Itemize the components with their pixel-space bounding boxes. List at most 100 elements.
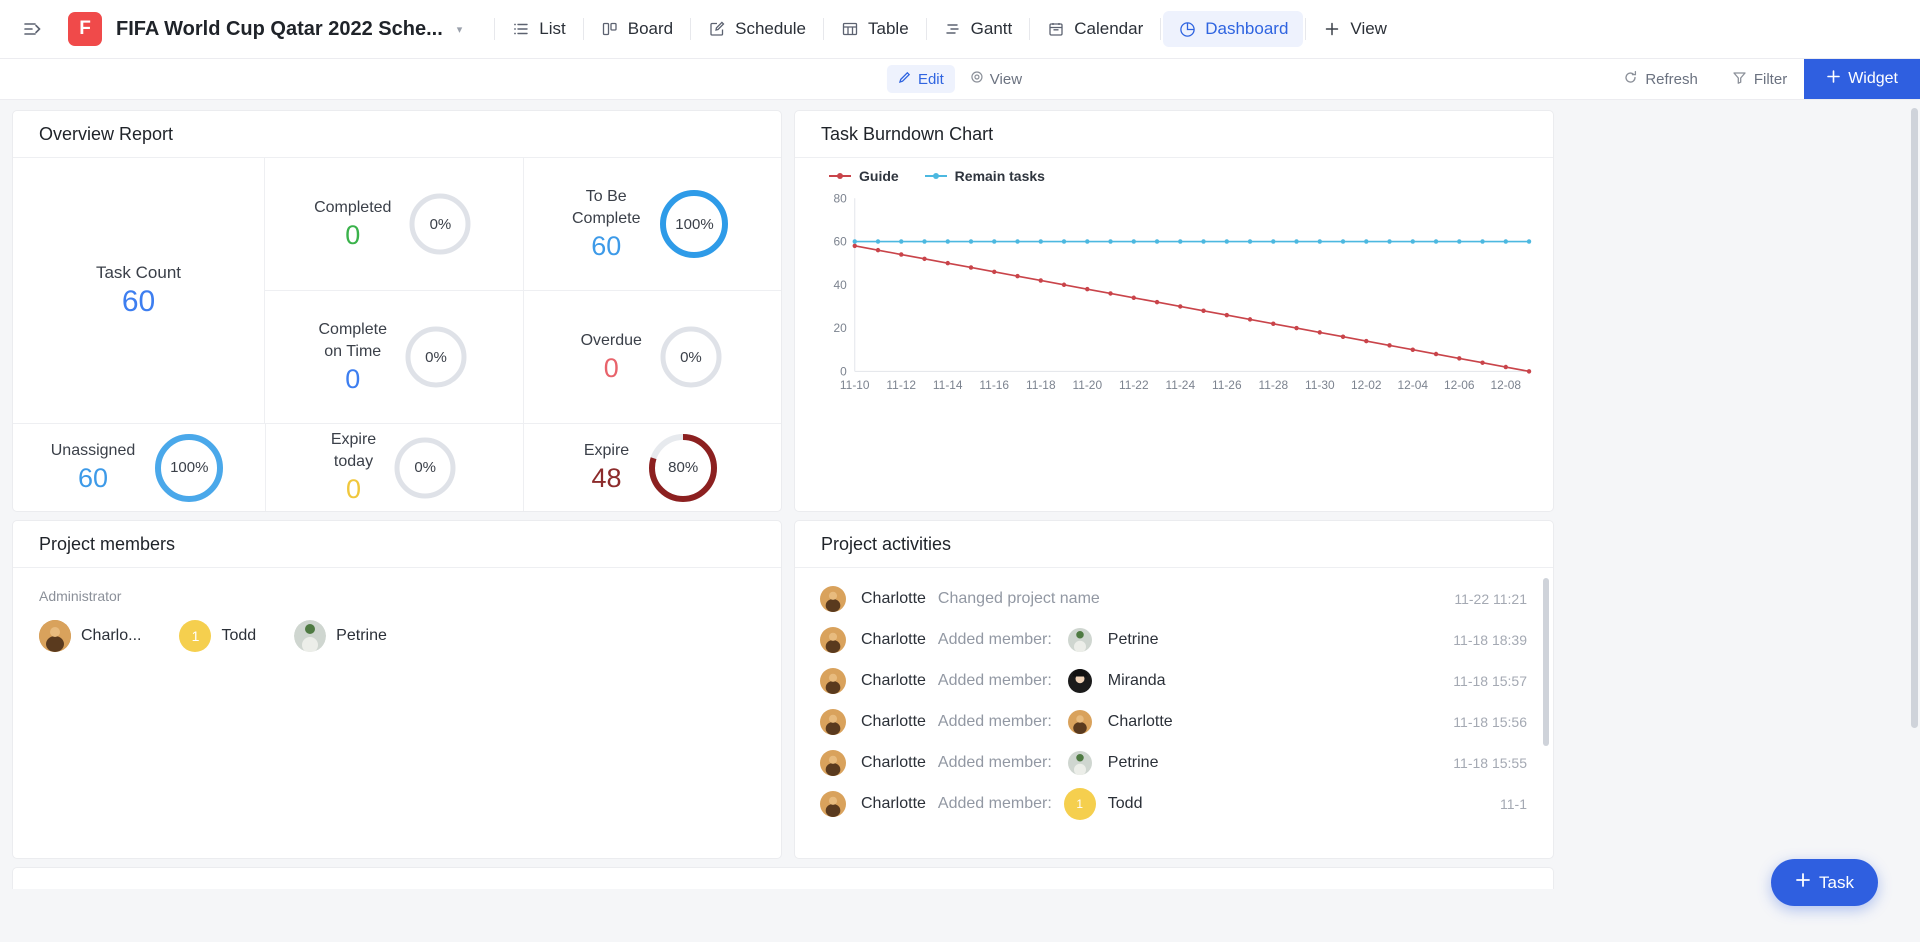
activities-scrollbar[interactable] bbox=[1543, 578, 1549, 746]
activity-time: 11-18 15:57 bbox=[1453, 673, 1527, 689]
avatar bbox=[817, 747, 849, 779]
project-activities-widget: Project activities Charlotte Changed pro… bbox=[794, 520, 1554, 859]
filter-button[interactable]: Filter bbox=[1715, 59, 1804, 99]
members-list: Charlo... 1 Todd Petrine bbox=[39, 620, 755, 652]
page-scrollbar[interactable] bbox=[1911, 108, 1918, 728]
overview-metrics: Completed 0 0% bbox=[265, 158, 781, 423]
project-logo: F bbox=[68, 12, 102, 46]
metric-label: To Be Complete bbox=[572, 186, 640, 230]
member-item[interactable]: 1 Todd bbox=[179, 620, 256, 652]
activity-user: Charlotte bbox=[861, 713, 926, 731]
metric-to-be-complete: To Be Complete 60 100% bbox=[523, 158, 782, 290]
metric-label: Completed bbox=[314, 197, 391, 219]
view-mode-button[interactable]: View bbox=[959, 65, 1033, 93]
task-count-cell: Task Count 60 bbox=[13, 158, 265, 423]
member-item[interactable]: Charlo... bbox=[39, 620, 141, 652]
svg-text:11-30: 11-30 bbox=[1305, 378, 1335, 392]
activity-row[interactable]: Charlotte Added member: Charlotte 11-18 … bbox=[817, 701, 1527, 742]
divider bbox=[1160, 18, 1161, 40]
activity-row[interactable]: Charlotte Added member: Miranda 11-18 15… bbox=[817, 660, 1527, 701]
edit-mode-button[interactable]: Edit bbox=[887, 65, 955, 93]
tab-dashboard[interactable]: Dashboard bbox=[1163, 11, 1303, 47]
tab-table[interactable]: Table bbox=[826, 11, 924, 47]
metric-complete-on-time: Complete on Time 0 0% bbox=[265, 291, 523, 423]
tab-board[interactable]: Board bbox=[586, 11, 688, 47]
activity-action: Added member: bbox=[938, 672, 1052, 690]
svg-text:11-26: 11-26 bbox=[1212, 378, 1242, 392]
metric-donut: 0% bbox=[392, 435, 458, 501]
svg-text:12-06: 12-06 bbox=[1444, 378, 1475, 392]
burndown-chart-title: Task Burndown Chart bbox=[795, 111, 1553, 158]
divider bbox=[926, 18, 927, 40]
svg-text:60: 60 bbox=[834, 234, 848, 248]
metric-overdue: Overdue 0 0% bbox=[523, 291, 782, 423]
filter-label: Filter bbox=[1754, 71, 1787, 88]
tab-label: Gantt bbox=[971, 19, 1013, 39]
legend-label: Guide bbox=[859, 168, 899, 184]
legend-item-remain-tasks[interactable]: Remain tasks bbox=[925, 168, 1045, 184]
project-members-body: Administrator Charlo... 1 Todd bbox=[13, 568, 781, 858]
metric-percent: 100% bbox=[151, 430, 227, 506]
divider bbox=[690, 18, 691, 40]
metric-value: 60 bbox=[51, 462, 136, 495]
svg-text:11-12: 11-12 bbox=[886, 378, 916, 392]
task-count-value: 60 bbox=[122, 285, 155, 319]
activity-row[interactable]: Charlotte Added member: Petrine 11-18 18… bbox=[817, 619, 1527, 660]
plus-icon bbox=[1826, 69, 1841, 89]
activity-user: Charlotte bbox=[861, 754, 926, 772]
tab-schedule[interactable]: Schedule bbox=[693, 11, 821, 47]
activity-row[interactable]: Charlotte Added member: Petrine 11-18 15… bbox=[817, 742, 1527, 783]
collapse-sidebar-icon[interactable] bbox=[18, 14, 48, 44]
metric-donut: 100% bbox=[151, 430, 227, 506]
activity-time: 11-22 11:21 bbox=[1454, 591, 1527, 607]
metric-value: 0 bbox=[581, 352, 642, 385]
toolbar-actions: Refresh Filter Widget bbox=[1606, 59, 1920, 99]
svg-text:11-24: 11-24 bbox=[1165, 378, 1195, 392]
legend-item-guide[interactable]: Guide bbox=[829, 168, 899, 184]
activity-target: Charlotte bbox=[1108, 713, 1173, 731]
svg-text:11-16: 11-16 bbox=[979, 378, 1009, 392]
avatar bbox=[817, 788, 849, 820]
metric-unassigned: Unassigned 60 100% bbox=[13, 424, 265, 511]
plus-icon bbox=[1795, 872, 1811, 893]
metric-percent: 0% bbox=[392, 435, 458, 501]
metrics-row: Complete on Time 0 0% bbox=[265, 290, 781, 423]
tab-calendar[interactable]: Calendar bbox=[1032, 11, 1158, 47]
activity-target: Petrine bbox=[1108, 631, 1159, 649]
tab-add-view[interactable]: View bbox=[1308, 11, 1402, 47]
table-icon bbox=[841, 20, 859, 38]
svg-text:12-04: 12-04 bbox=[1398, 378, 1429, 392]
tab-label: Dashboard bbox=[1205, 19, 1288, 39]
activity-user: Charlotte bbox=[861, 795, 926, 813]
member-name: Charlo... bbox=[81, 627, 141, 645]
member-item[interactable]: Petrine bbox=[294, 620, 387, 652]
filter-icon bbox=[1732, 70, 1747, 89]
add-widget-button[interactable]: Widget bbox=[1804, 59, 1920, 99]
next-widget-partial bbox=[12, 867, 1554, 889]
dashboard-content: Overview Report Task Count 60 Completed … bbox=[0, 100, 1920, 942]
add-task-button[interactable]: Task bbox=[1771, 859, 1878, 906]
refresh-button[interactable]: Refresh bbox=[1606, 59, 1715, 99]
activity-row[interactable]: Charlotte Changed project name 11-22 11:… bbox=[817, 578, 1527, 619]
project-dropdown-caret[interactable]: ▾ bbox=[457, 23, 463, 36]
metric-percent: 0% bbox=[403, 324, 469, 390]
metric-donut: 0% bbox=[658, 324, 724, 390]
metric-value: 0 bbox=[319, 363, 387, 396]
svg-text:11-22: 11-22 bbox=[1119, 378, 1149, 392]
svg-text:0: 0 bbox=[840, 364, 847, 378]
activity-row[interactable]: Charlotte Added member: 1 Todd 11-1 bbox=[817, 783, 1527, 824]
chart-legend: Guide Remain tasks bbox=[811, 168, 1537, 184]
target-avatar bbox=[1064, 624, 1096, 656]
tab-gantt[interactable]: Gantt bbox=[929, 11, 1028, 47]
metric-label: Unassigned bbox=[51, 440, 136, 462]
activity-user: Charlotte bbox=[861, 631, 926, 649]
members-role-label: Administrator bbox=[39, 588, 755, 604]
activity-time: 11-1 bbox=[1500, 796, 1527, 812]
avatar bbox=[817, 583, 849, 615]
board-icon bbox=[601, 20, 619, 38]
metric-completed: Completed 0 0% bbox=[265, 158, 523, 290]
tab-label: Schedule bbox=[735, 19, 806, 39]
tab-list[interactable]: List bbox=[497, 11, 580, 47]
target-avatar bbox=[1064, 747, 1096, 779]
svg-text:40: 40 bbox=[834, 278, 848, 292]
